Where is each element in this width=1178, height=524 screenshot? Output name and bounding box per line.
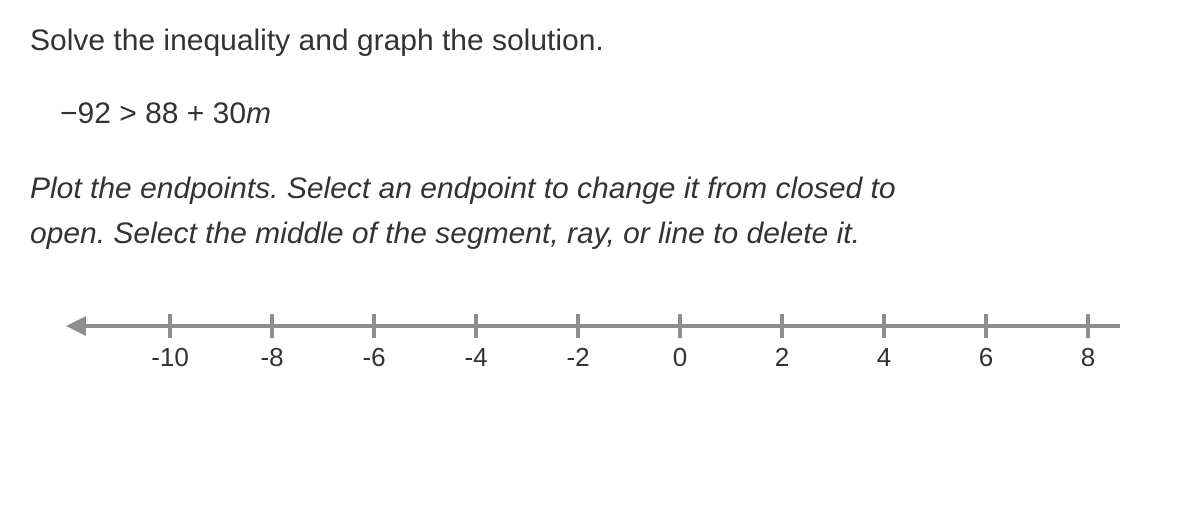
arrow-left-icon — [66, 316, 86, 336]
tick-label: -8 — [260, 342, 283, 372]
tick-label: 0 — [673, 342, 687, 372]
problem-prompt: Solve the inequality and graph the solut… — [30, 20, 1148, 62]
number-line[interactable]: -10 -8 -6 -4 -2 0 2 4 6 8 — [40, 306, 1140, 396]
inequality-variable: m — [246, 97, 271, 130]
plot-instructions: Plot the endpoints. Select an endpoint t… — [30, 166, 930, 256]
tick-label: -10 — [151, 342, 189, 372]
tick-label: -6 — [362, 342, 385, 372]
tick-label: -2 — [566, 342, 589, 372]
number-line-svg[interactable]: -10 -8 -6 -4 -2 0 2 4 6 8 — [40, 306, 1140, 396]
tick-label: 6 — [979, 342, 993, 372]
tick-label: 2 — [775, 342, 789, 372]
tick-label: -4 — [464, 342, 487, 372]
inequality-text: −92 > 88 + 30 — [60, 97, 246, 130]
inequality-expression: −92 > 88 + 30m — [60, 97, 1148, 131]
tick-label: 4 — [877, 342, 891, 372]
tick-label: 8 — [1081, 342, 1095, 372]
